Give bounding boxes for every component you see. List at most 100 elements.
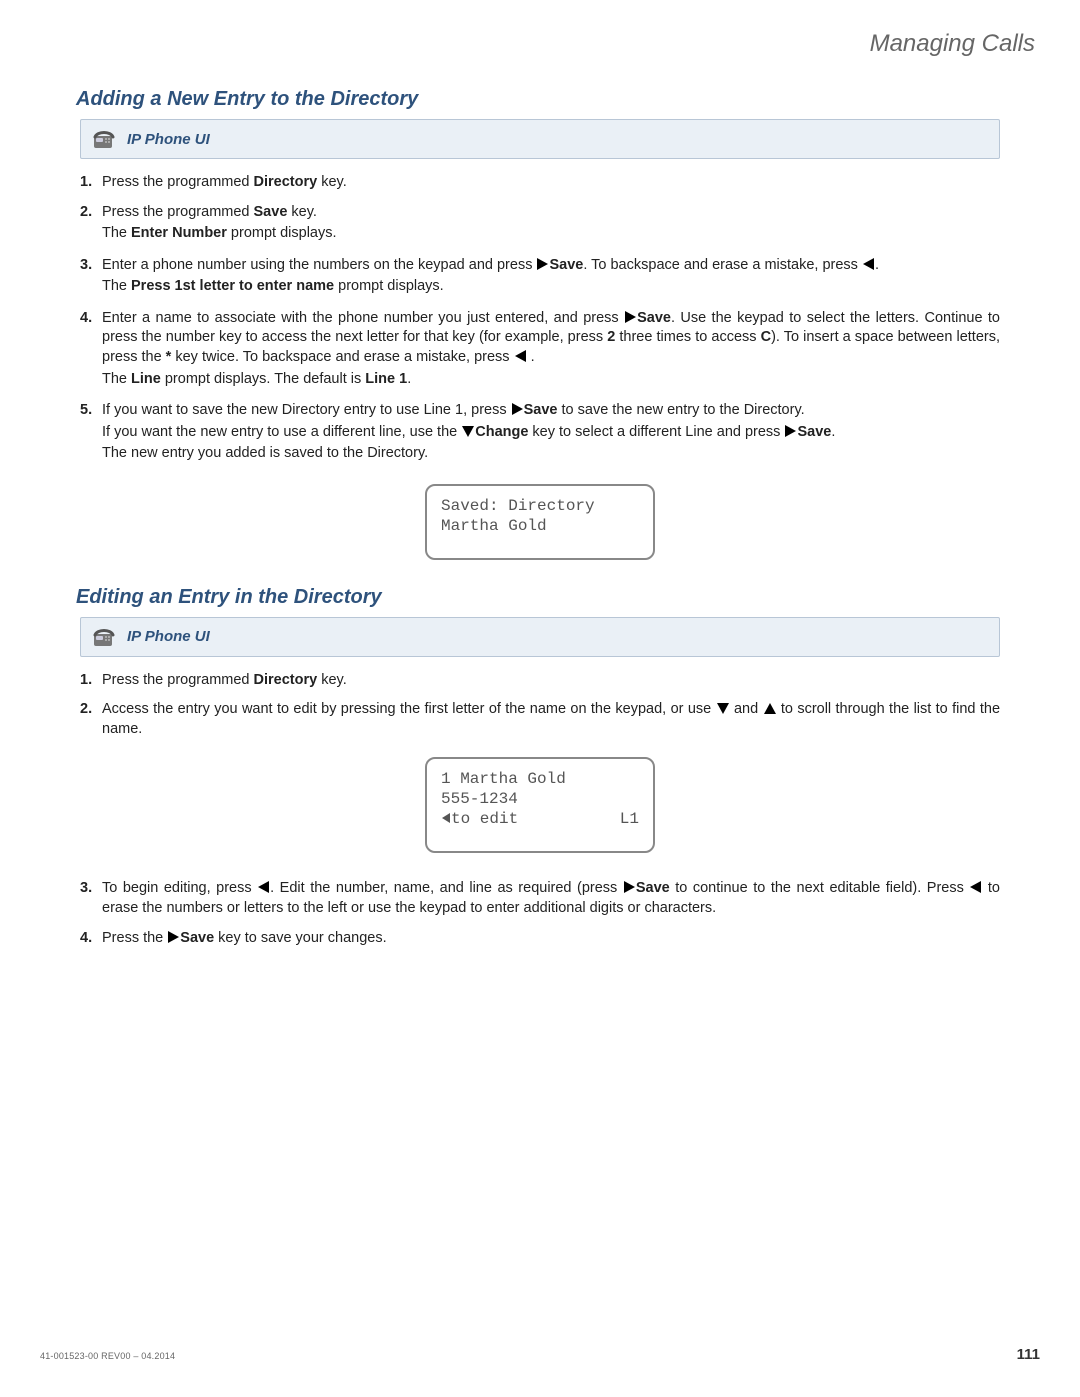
step-text: Press the (102, 930, 167, 946)
step-text: Press the programmed (102, 204, 254, 220)
steps-section2: 1. Press the programmed Directory key. 2… (80, 671, 1000, 740)
step-number: 1. (80, 173, 102, 193)
step-text: prompt displays. The default is (161, 371, 365, 387)
lcd-saved-directory: Saved: Directory Martha Gold (425, 484, 655, 560)
directory-key-label: Directory (254, 174, 318, 190)
step-number: 4. (80, 309, 102, 391)
up-arrow-icon (764, 703, 776, 714)
step-text: The (102, 278, 131, 294)
doc-number: 41-001523-00 REV00 – 04.2014 (40, 1351, 175, 1361)
left-arrow-small-icon (442, 813, 450, 823)
step-text: If you want to save the new Directory en… (102, 402, 511, 418)
press-first-letter-label: Press 1st letter to enter name (131, 278, 334, 294)
lcd-line: 555-1234 (441, 789, 639, 809)
left-arrow-icon (863, 258, 874, 270)
save-key-label: Save (254, 204, 288, 220)
step-text: Press the programmed (102, 174, 254, 190)
step-1: 1. Press the programmed Directory key. (80, 671, 1000, 691)
lcd-line: Martha Gold (441, 516, 639, 536)
save-label: Save (637, 310, 671, 326)
page-number: 111 (1017, 1346, 1040, 1363)
step-text: prompt displays. (334, 278, 444, 294)
step-text: key. (317, 672, 347, 688)
line1-label: Line 1 (365, 371, 407, 387)
directory-key-label: Directory (254, 672, 318, 688)
enter-number-label: Enter Number (131, 225, 227, 241)
step-text: . (831, 424, 835, 440)
left-arrow-icon (515, 350, 526, 362)
steps-section2b: 3. To begin editing, press . Edit the nu… (80, 879, 1000, 948)
step-text: prompt displays. (227, 225, 337, 241)
step-3: 3. To begin editing, press . Edit the nu… (80, 879, 1000, 918)
step-number: 3. (80, 879, 102, 918)
step-5: 5. If you want to save the new Directory… (80, 401, 1000, 466)
step-4: 4. Enter a name to associate with the ph… (80, 309, 1000, 391)
section-heading-add-entry: Adding a New Entry to the Directory (76, 88, 1040, 111)
step-text: The (102, 225, 131, 241)
step-text: key to select a different Line and press (528, 424, 784, 440)
step-text: three times to access (615, 329, 760, 345)
step-4: 4. Press the Save key to save your chang… (80, 929, 1000, 949)
step-1: 1. Press the programmed Directory key. (80, 173, 1000, 193)
ip-phone-ui-label: IP Phone UI (127, 131, 210, 148)
step-text: . To backspace and erase a mistake, pres… (583, 257, 862, 273)
step-number: 2. (80, 203, 102, 246)
page: Managing Calls Adding a New Entry to the… (0, 0, 1080, 1397)
step-text: key twice. To backspace and erase a mist… (171, 349, 513, 365)
step-text: If you want the new entry to use a diffe… (102, 424, 461, 440)
step-text: and (730, 701, 763, 717)
lcd-line: to edit (451, 810, 518, 828)
down-arrow-icon (462, 426, 474, 437)
step-number: 4. (80, 929, 102, 949)
step-text: to continue to the next editable field).… (670, 880, 970, 896)
step-text: Enter a phone number using the numbers o… (102, 257, 536, 273)
right-arrow-icon (624, 881, 635, 893)
footer: 41-001523-00 REV00 – 04.2014 111 (40, 1346, 1040, 1363)
ip-phone-ui-banner: IP Phone UI (80, 617, 1000, 657)
left-arrow-icon (970, 881, 981, 893)
left-arrow-icon (258, 881, 269, 893)
save-label: Save (524, 402, 558, 418)
step-text: To begin editing, press (102, 880, 257, 896)
step-text: The (102, 371, 131, 387)
phone-icon (91, 126, 117, 152)
step-number: 5. (80, 401, 102, 466)
save-label: Save (549, 257, 583, 273)
lcd-line: 1 Martha Gold (441, 769, 639, 789)
right-arrow-icon (537, 258, 548, 270)
line-label: Line (131, 371, 161, 387)
chapter-title: Managing Calls (40, 30, 1040, 58)
right-arrow-icon (625, 311, 636, 323)
step-text: Access the entry you want to edit by pre… (102, 701, 716, 717)
ip-phone-ui-banner: IP Phone UI (80, 119, 1000, 159)
step-number: 1. (80, 671, 102, 691)
step-text: key. (287, 204, 317, 220)
step-text: . (407, 371, 411, 387)
step-number: 2. (80, 700, 102, 739)
step-text: Press the programmed (102, 672, 254, 688)
save-label: Save (636, 880, 670, 896)
right-arrow-icon (785, 425, 796, 437)
phone-icon (91, 624, 117, 650)
right-arrow-icon (512, 403, 523, 415)
step-number: 3. (80, 256, 102, 299)
lcd-line: L1 (620, 809, 639, 829)
right-arrow-icon (168, 931, 179, 943)
step-text: Enter a name to associate with the phone… (102, 310, 624, 326)
steps-section1: 1. Press the programmed Directory key. 2… (80, 173, 1000, 466)
step-text: . Edit the number, name, and line as req… (270, 880, 623, 896)
step-3: 3. Enter a phone number using the number… (80, 256, 1000, 299)
change-label: Change (475, 424, 528, 440)
step-text: key to save your changes. (214, 930, 387, 946)
ip-phone-ui-label: IP Phone UI (127, 628, 210, 645)
step-text: The new entry you added is saved to the … (102, 445, 428, 461)
down-arrow-icon (717, 703, 729, 714)
step-text: . (527, 349, 535, 365)
step-text: to save the new entry to the Directory. (558, 402, 805, 418)
save-label: Save (797, 424, 831, 440)
step-2: 2. Press the programmed Save key. The En… (80, 203, 1000, 246)
section-heading-edit-entry: Editing an Entry in the Directory (76, 586, 1040, 609)
lcd-line: Saved: Directory (441, 496, 639, 516)
step-text: . (875, 257, 879, 273)
letter-c-label: C (761, 329, 771, 345)
